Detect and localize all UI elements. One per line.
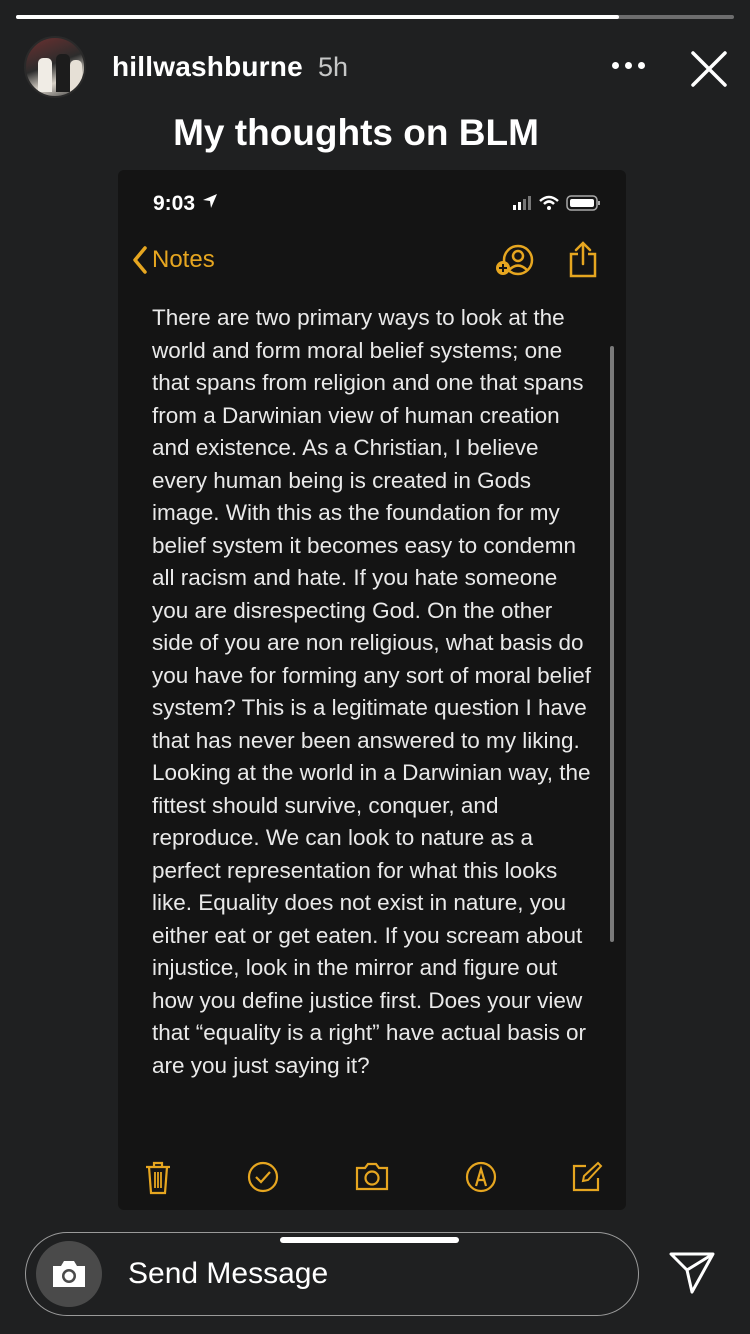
status-icons (513, 195, 600, 211)
scrollbar (610, 346, 614, 942)
status-time: 9:03 (153, 192, 196, 215)
checklist-icon[interactable] (246, 1160, 280, 1194)
camera-icon (53, 1261, 85, 1287)
more-options-icon[interactable] (612, 62, 648, 74)
direct-send-icon[interactable] (668, 1250, 716, 1296)
post-time: 5h (318, 52, 349, 82)
add-person-icon[interactable] (494, 244, 534, 278)
chevron-left-icon (133, 246, 147, 274)
compose-icon[interactable] (570, 1160, 604, 1194)
close-icon[interactable] (690, 50, 728, 88)
story-progress-bar (16, 15, 734, 19)
trash-icon[interactable] (144, 1160, 172, 1196)
markup-icon[interactable] (464, 1160, 498, 1194)
camera-icon[interactable] (354, 1160, 390, 1192)
story-progress-fill (16, 15, 620, 19)
send-message-field[interactable]: Send Message (25, 1232, 639, 1316)
share-icon[interactable] (568, 240, 598, 278)
note-body-text: There are two primary ways to look at th… (152, 305, 591, 1078)
notes-back-button[interactable]: Notes (132, 242, 215, 278)
send-message-placeholder: Send Message (128, 1257, 329, 1290)
camera-button[interactable] (36, 1241, 102, 1307)
notes-screenshot: 9:03 Notes There are two primary ways to… (118, 170, 626, 1210)
story-title: My thoughts on BLM (173, 112, 539, 153)
notes-back-label: Notes (152, 246, 215, 273)
avatar[interactable] (24, 36, 86, 98)
notes-toolbar (138, 1160, 608, 1200)
username[interactable]: hillwashburne (112, 51, 303, 83)
location-arrow-icon (203, 194, 217, 208)
